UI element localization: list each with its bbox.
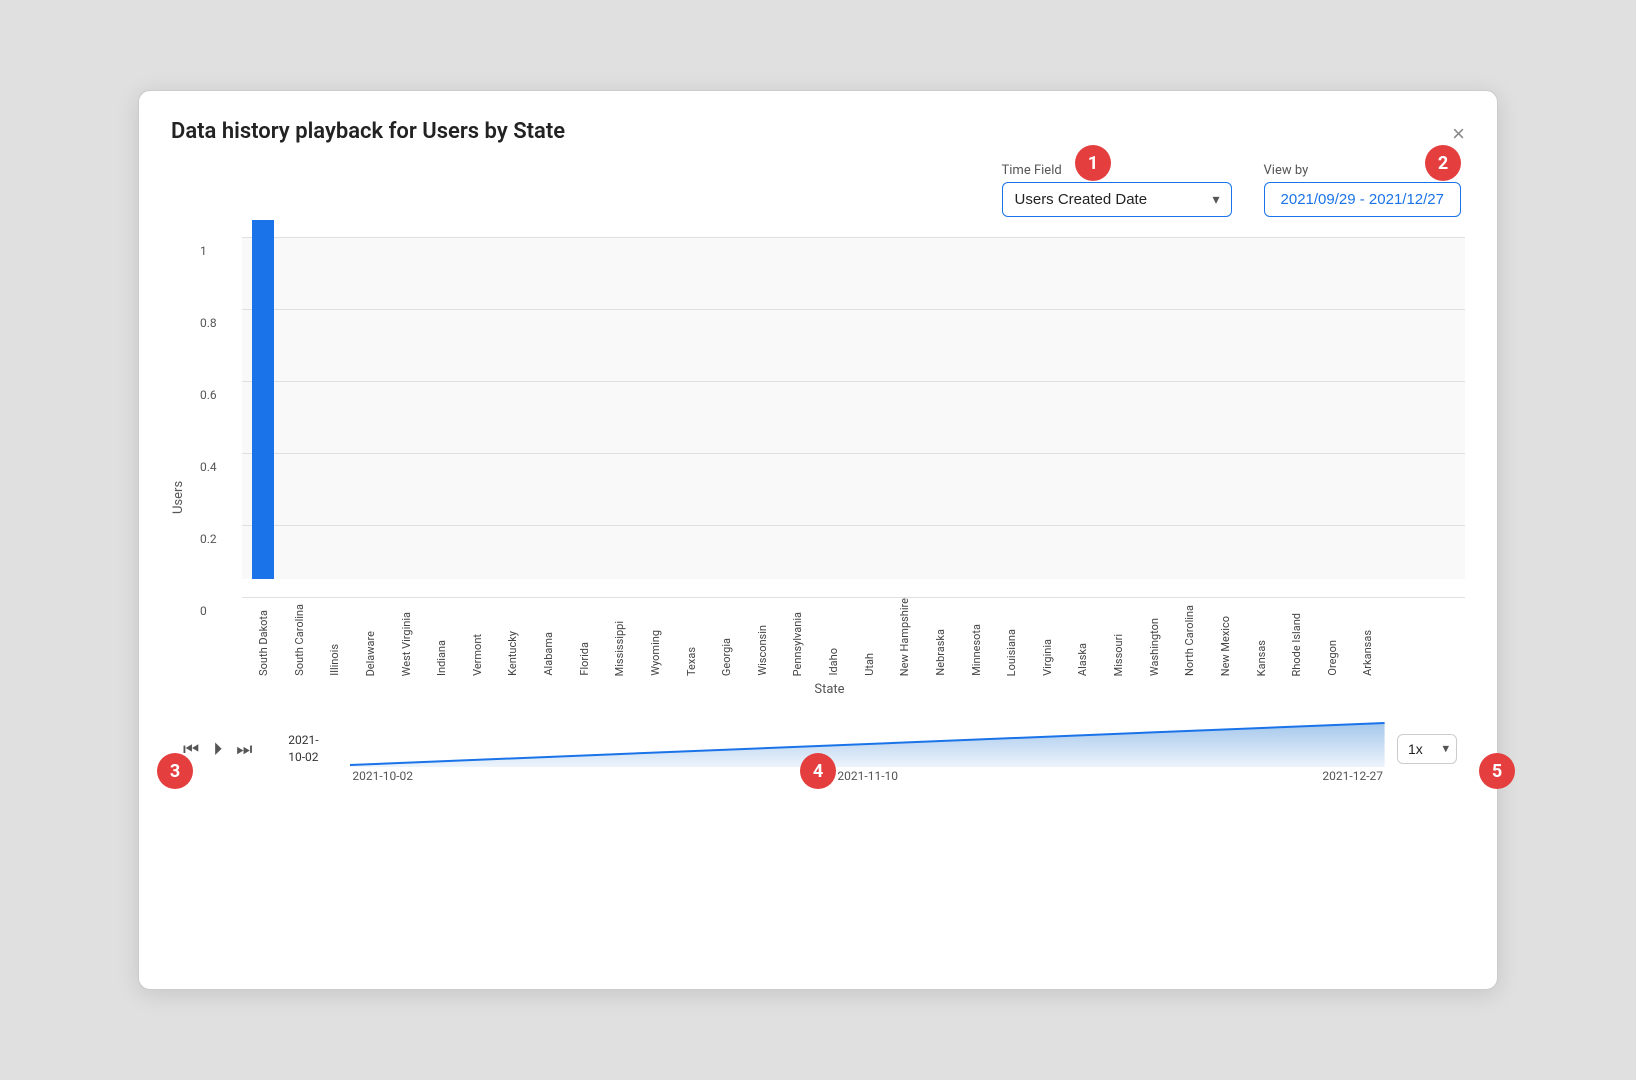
time-field-label: Time Field <box>1002 163 1232 178</box>
y-tick-label: 0.4 <box>200 460 217 474</box>
x-label-nebraska: Nebraska <box>934 629 947 676</box>
x-label-new-hampshire: New Hampshire <box>898 598 911 676</box>
bar-south-dakota <box>252 220 274 579</box>
x-label-north-carolina: North Carolina <box>1183 605 1196 676</box>
x-label-indiana: Indiana <box>435 640 448 676</box>
timeline-track[interactable] <box>350 715 1385 767</box>
badge-4: 4 <box>800 753 836 789</box>
y-axis-label: Users <box>171 237 186 697</box>
current-time: 2021-10-02 <box>268 732 338 766</box>
x-axis: South Dakota South Carolina Illinois Delawa… <box>242 581 1465 676</box>
playback-controls: ⏮ ⏵ ⏭ <box>179 737 256 762</box>
x-label-minnesota: Minnesota <box>970 624 983 676</box>
x-label-wyoming: Wyoming <box>649 630 662 676</box>
grid-line <box>242 453 1465 454</box>
x-label-west-virginia: West Virginia <box>400 612 413 676</box>
x-label-pennsylvania: Pennsylvania <box>791 612 804 676</box>
grid-line <box>242 237 1465 238</box>
x-label-kentucky: Kentucky <box>506 631 519 676</box>
time-field-select-wrapper: Users Created Date <box>1002 182 1232 217</box>
chart-inner: 10.80.60.40.20 South DakotaSouth Carolin… <box>194 237 1465 697</box>
x-label-virginia: Virginia <box>1041 639 1054 676</box>
controls-wrapper: 1 2 Time Field Users Created Date View b… <box>171 163 1465 217</box>
x-label-south-dakota: South Dakota <box>257 610 270 676</box>
x-label-delaware: Delaware <box>364 631 377 676</box>
y-tick-label: 0.6 <box>200 388 217 402</box>
x-label-louisiana: Louisiana <box>1005 629 1018 676</box>
x-label-georgia: Georgia <box>720 638 733 676</box>
grid-line <box>242 525 1465 526</box>
timeline-end-label: 2021-12-27 <box>1322 769 1383 783</box>
x-label-texas: Texas <box>685 647 698 676</box>
badge-2: 2 <box>1425 145 1461 181</box>
modal-header: Data history playback for Users by State… <box>171 119 1465 147</box>
badge-3: 3 <box>157 753 193 789</box>
y-tick-label: 0.2 <box>200 532 217 546</box>
forward-button[interactable]: ⏭ <box>232 737 256 762</box>
x-label-mississippi: Mississippi <box>613 621 626 676</box>
controls-row: Time Field Users Created Date View by 20… <box>171 163 1465 217</box>
play-button[interactable]: ⏵ <box>209 737 226 762</box>
x-label-florida: Florida <box>578 642 591 676</box>
x-label-rhode-island: Rhode Island <box>1290 613 1303 676</box>
close-button[interactable]: × <box>1452 121 1465 147</box>
speed-select[interactable]: 1x 2x 4x <box>1397 734 1457 764</box>
modal-title: Data history playback for Users by State <box>171 119 565 144</box>
badge-5: 5 <box>1479 753 1515 789</box>
x-label-alabama: Alabama <box>542 632 555 676</box>
time-field-select[interactable]: Users Created Date <box>1002 182 1232 217</box>
timeline-labels: 2021-10-02 2021-11-10 2021-12-27 <box>350 769 1385 783</box>
timeline-start-label: 2021-10-02 <box>352 769 413 783</box>
grid-line <box>242 309 1465 310</box>
y-tick-label: 0 <box>200 604 207 618</box>
x-label-south-carolina: South Carolina <box>293 604 306 676</box>
x-label-illinois: Illinois <box>328 644 341 676</box>
x-label-missouri: Missouri <box>1112 634 1125 676</box>
chart-area: Users 10.80.60.40.20 South DakotaSouth C… <box>171 237 1465 697</box>
time-field-group: Time Field Users Created Date <box>1002 163 1232 217</box>
timeline-wrapper: 3 4 5 ⏮ ⏵ ⏭ 2021-10-02 <box>171 715 1465 783</box>
x-label-kansas: Kansas <box>1255 640 1268 676</box>
speed-select-wrapper: 1x 2x 4x <box>1397 734 1457 764</box>
x-label-arkansas: Arkansas <box>1361 630 1374 676</box>
x-label-utah: Utah <box>863 653 876 676</box>
timeline-mid-label: 2021-11-10 <box>837 769 898 783</box>
x-label-wisconsin: Wisconsin <box>756 625 769 676</box>
x-label-idaho: Idaho <box>827 648 840 676</box>
grid-line <box>242 381 1465 382</box>
y-tick-label: 0.8 <box>200 316 217 330</box>
y-tick-label: 1 <box>200 244 207 258</box>
x-label-washington: Washington <box>1148 618 1161 676</box>
x-label-new-mexico: New Mexico <box>1219 616 1232 676</box>
x-label-alaska: Alaska <box>1076 643 1089 676</box>
date-range-button[interactable]: 2021/09/29 - 2021/12/27 <box>1264 182 1461 217</box>
timeline-track-wrapper: 2021-10-02 2021-11-10 2021-12-27 <box>350 715 1385 783</box>
x-axis-title: State <box>194 682 1465 697</box>
x-label-oregon: Oregon <box>1326 640 1339 676</box>
badge-1: 1 <box>1075 145 1111 181</box>
chart-plot: 10.80.60.40.20 <box>242 237 1465 579</box>
x-label-vermont: Vermont <box>471 634 484 676</box>
timeline-svg <box>350 715 1385 767</box>
modal-container: Data history playback for Users by State… <box>138 90 1498 990</box>
